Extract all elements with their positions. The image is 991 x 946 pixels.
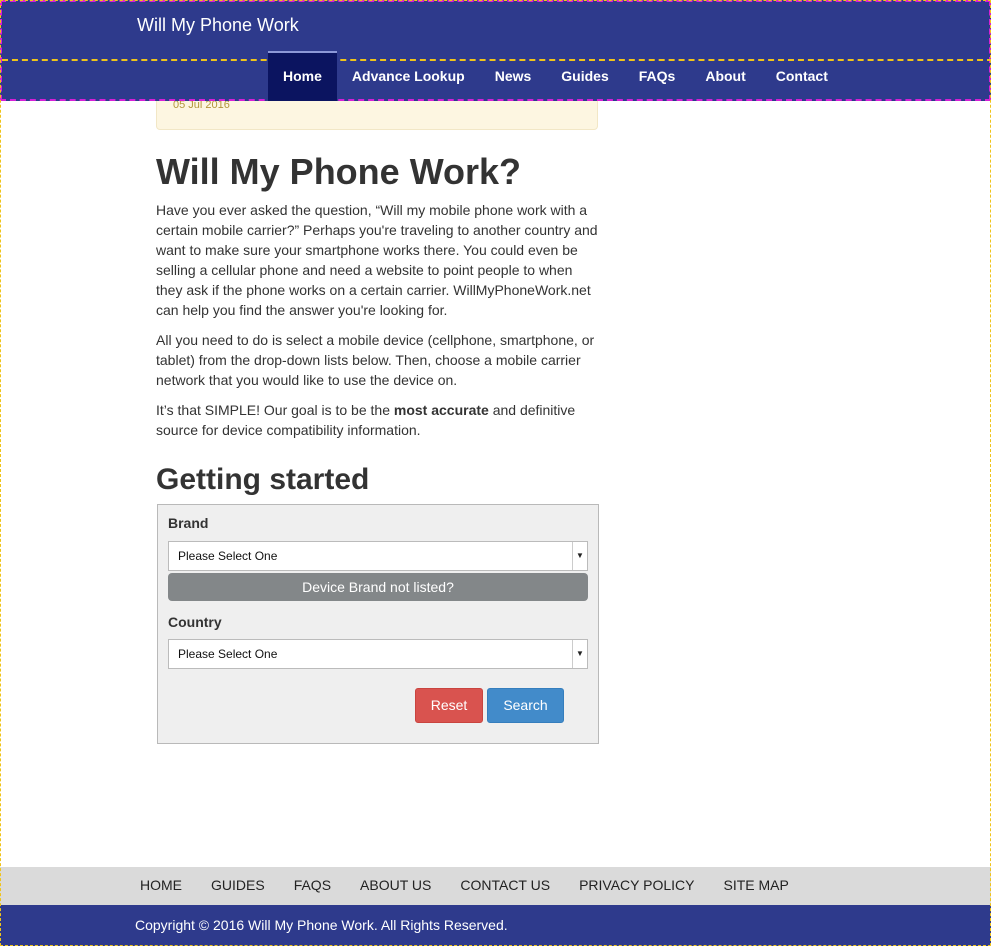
dropdown-arrow-icon: ▼ (572, 542, 587, 570)
getting-started-heading: Getting started (156, 463, 370, 496)
footer-nav: HOME GUIDES FAQS ABOUT US CONTACT US PRI… (140, 877, 818, 893)
brand-label: Brand (168, 515, 209, 531)
page-title: Will My Phone Work? (156, 151, 522, 192)
reset-button[interactable]: Reset (415, 688, 483, 723)
main-nav: Home Advance Lookup News Guides FAQs Abo… (268, 51, 843, 101)
footer-link-contact-us[interactable]: CONTACT US (460, 877, 550, 893)
footer-link-privacy-policy[interactable]: PRIVACY POLICY (579, 877, 694, 893)
site-header: Will My Phone Work Home Advance Lookup N… (0, 0, 991, 101)
country-select-value: Please Select One (178, 647, 278, 661)
nav-item-faqs[interactable]: FAQs (624, 51, 691, 101)
nav-item-home[interactable]: Home (268, 51, 337, 101)
intro-paragraph-2: All you need to do is select a mobile de… (156, 332, 595, 388)
nav-item-contact[interactable]: Contact (761, 51, 843, 101)
brand-select[interactable]: Please Select One ▼ (168, 541, 588, 571)
nav-item-advance-lookup[interactable]: Advance Lookup (337, 51, 480, 101)
site-brand[interactable]: Will My Phone Work (137, 15, 299, 36)
search-button[interactable]: Search (487, 688, 564, 723)
intro-paragraph-1: Have you ever asked the question, “Will … (156, 202, 598, 318)
brand-select-value: Please Select One (178, 549, 278, 563)
country-label: Country (168, 614, 222, 630)
search-panel: Brand Please Select One ▼ Device Brand n… (157, 504, 599, 744)
copyright-text: Copyright © 2016 Will My Phone Work. All… (135, 917, 508, 933)
intro-p3-start: It’s that SIMPLE! Our goal is to be the (156, 402, 394, 418)
footer-link-about-us[interactable]: ABOUT US (360, 877, 431, 893)
nav-item-news[interactable]: News (480, 51, 547, 101)
footer-bottom: Copyright © 2016 Will My Phone Work. All… (0, 905, 991, 946)
brand-not-listed-button[interactable]: Device Brand not listed? (168, 573, 588, 601)
footer-link-guides[interactable]: GUIDES (211, 877, 265, 893)
nav-item-about[interactable]: About (690, 51, 760, 101)
dropdown-arrow-icon: ▼ (572, 640, 587, 668)
intro-p3-bold: most accurate (393, 402, 489, 418)
country-select[interactable]: Please Select One ▼ (168, 639, 588, 669)
nav-item-guides[interactable]: Guides (546, 51, 623, 101)
footer-link-faqs[interactable]: FAQS (294, 877, 331, 893)
footer-link-home[interactable]: HOME (140, 877, 182, 893)
main-content: Will My Phone Work? Have you ever asked … (156, 150, 601, 498)
intro-paragraph-3: It’s that SIMPLE! Our goal is to be the … (156, 400, 601, 440)
footer-link-site-map[interactable]: SITE MAP (724, 877, 789, 893)
footer-links-bar: HOME GUIDES FAQS ABOUT US CONTACT US PRI… (0, 867, 991, 905)
